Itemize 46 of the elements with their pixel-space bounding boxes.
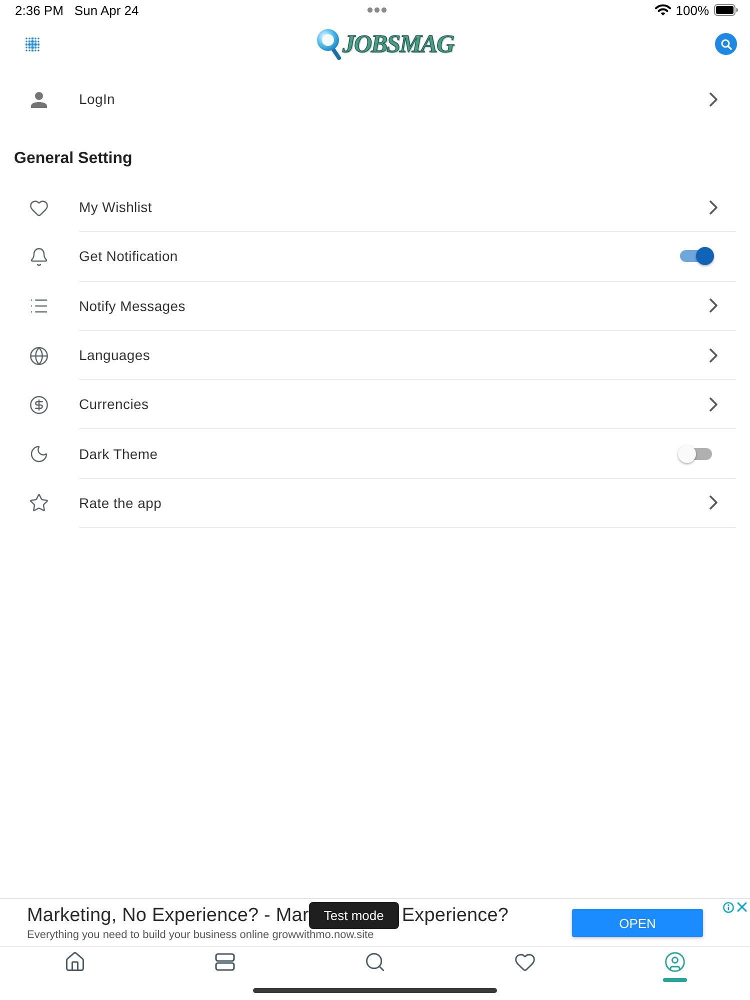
chevron-right-icon[interactable] xyxy=(709,396,718,412)
info-icon[interactable] xyxy=(723,902,734,913)
status-time: 2:36 PM xyxy=(15,2,64,18)
status-date: Sun Apr 24 xyxy=(74,2,139,18)
profile-icon xyxy=(664,951,686,973)
grid-menu-icon[interactable] xyxy=(25,36,40,52)
setting-label[interactable]: Notify Messages xyxy=(79,298,186,314)
moon-icon xyxy=(28,444,48,464)
toggle-switch[interactable] xyxy=(678,444,714,464)
setting-label[interactable]: Rate the app xyxy=(79,494,162,511)
search-button[interactable] xyxy=(715,33,737,55)
ad-description: Everything you need to build your business online growwithmo.now.site xyxy=(27,929,375,941)
globe-icon xyxy=(28,346,48,366)
multitasking-dots-icon xyxy=(366,7,386,13)
battery-percent: 100% xyxy=(676,2,709,18)
heart-icon xyxy=(28,198,48,218)
search-icon xyxy=(364,951,386,973)
section-title: General Setting xyxy=(14,150,132,167)
chevron-right-icon[interactable] xyxy=(709,92,718,106)
setting-label[interactable]: My Wishlist xyxy=(79,199,152,216)
stacked-rows-icon xyxy=(214,951,236,973)
chevron-right-icon[interactable] xyxy=(709,495,718,510)
person-icon xyxy=(30,92,46,108)
test-mode-toast: Test mode xyxy=(308,902,399,929)
setting-label: Dark Theme xyxy=(79,446,158,462)
wifi-icon xyxy=(654,4,671,16)
bell-icon xyxy=(28,246,48,267)
search-icon xyxy=(720,38,732,50)
chevron-right-icon[interactable] xyxy=(709,348,718,363)
heart-icon xyxy=(514,951,536,973)
chevron-right-icon[interactable] xyxy=(709,298,718,314)
login-label[interactable]: LogIn xyxy=(79,91,116,107)
star-icon xyxy=(28,493,48,514)
setting-label[interactable]: Currencies xyxy=(79,396,149,412)
setting-label[interactable]: Languages xyxy=(79,347,150,364)
chevron-right-icon[interactable] xyxy=(709,200,718,215)
logo-wordmark: JOBSMAG xyxy=(342,32,454,56)
setting-label: Get Notification xyxy=(79,248,178,264)
ad-headline: Experience? xyxy=(402,904,509,926)
toggle-switch[interactable] xyxy=(678,246,714,266)
magnifier-logo-icon xyxy=(316,28,342,60)
close-icon[interactable] xyxy=(737,902,747,912)
ad-headline: Marketing, No Experience? - Mar xyxy=(27,904,309,926)
battery-icon xyxy=(714,4,738,16)
home-icon xyxy=(64,951,86,973)
dollar-circle-icon xyxy=(28,394,48,415)
